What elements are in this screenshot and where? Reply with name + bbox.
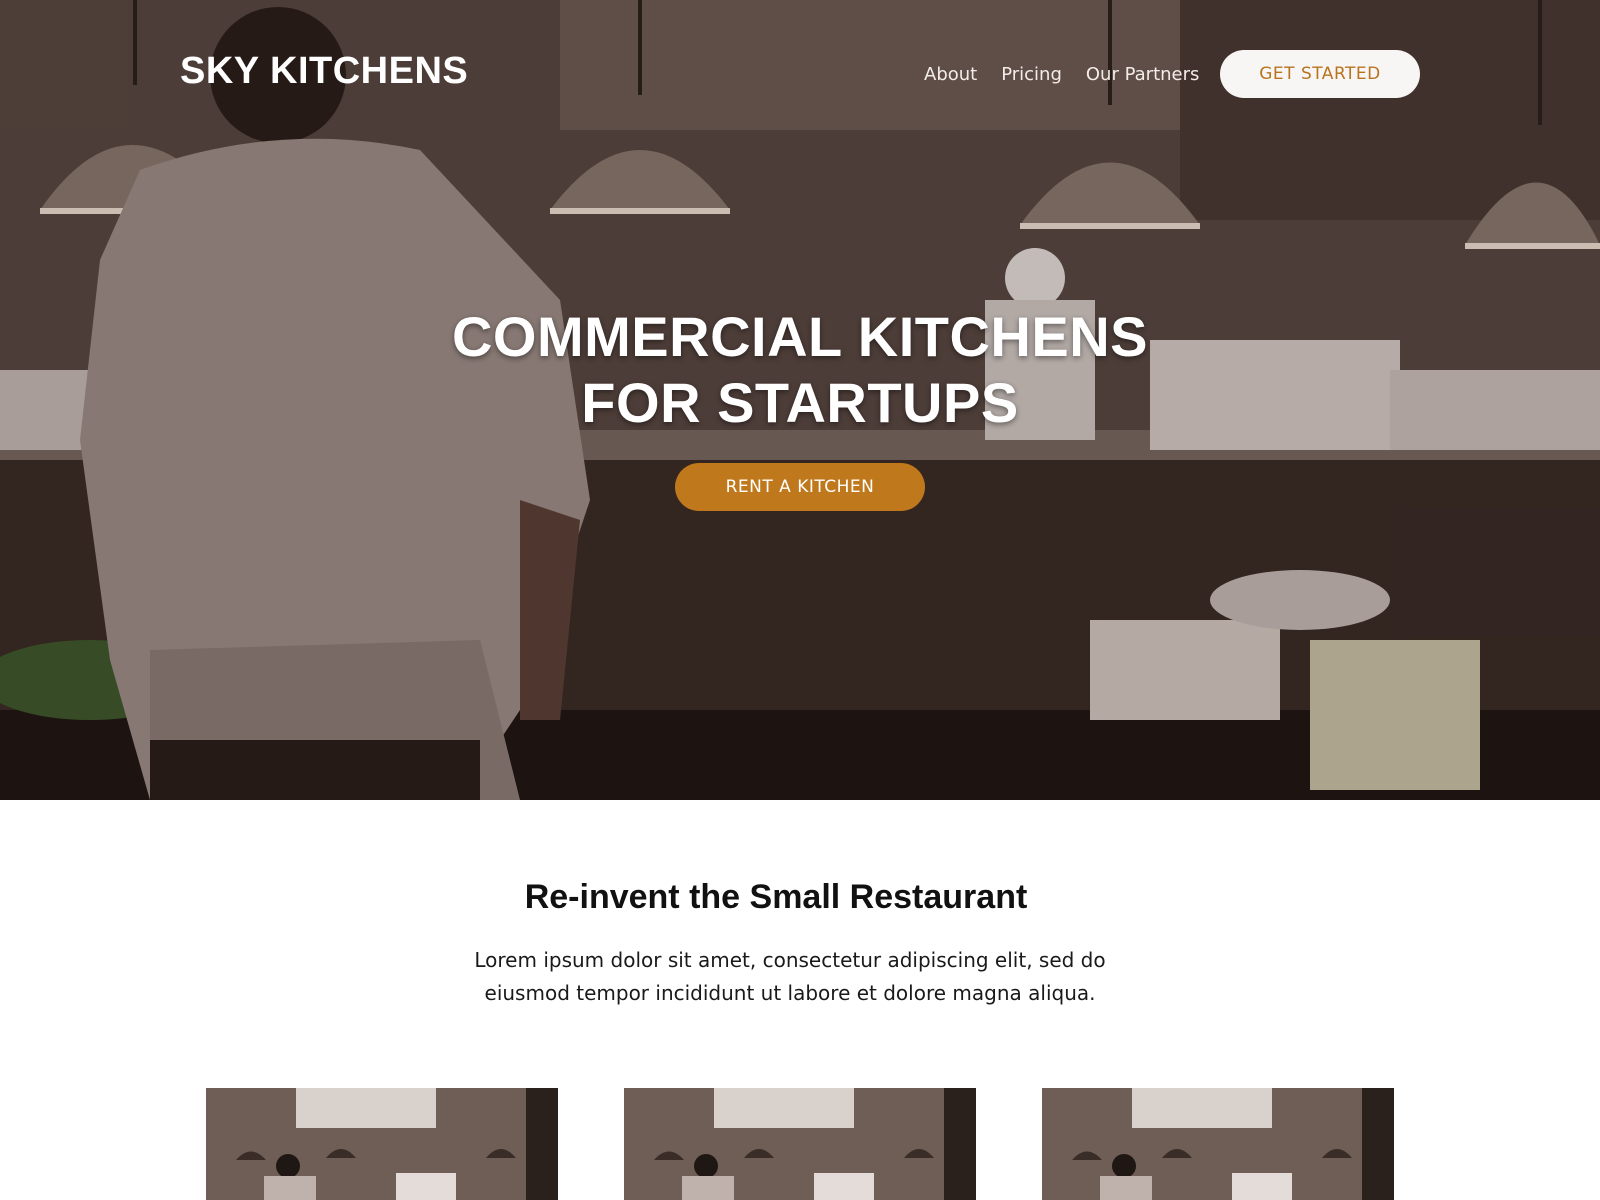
card-image-2[interactable] xyxy=(624,1088,976,1200)
hero-title-line-2: FOR STARTUPS xyxy=(581,371,1019,434)
rent-a-kitchen-button[interactable]: RENT A KITCHEN xyxy=(675,463,925,511)
nav-link-our-partners[interactable]: Our Partners xyxy=(1086,64,1200,85)
brand-logo[interactable]: SKY KITCHENS xyxy=(180,50,468,93)
section-description: Lorem ipsum dolor sit amet, consectetur … xyxy=(474,948,1106,1005)
nav-link-pricing[interactable]: Pricing xyxy=(1001,64,1062,85)
main-nav: About Pricing Our Partners xyxy=(924,64,1223,85)
nav-link-about[interactable]: About xyxy=(924,64,977,85)
card-image-1[interactable] xyxy=(206,1088,558,1200)
hero-title-line-1: COMMERCIAL KITCHENS xyxy=(451,305,1149,368)
kitchen-photo-2 xyxy=(624,1088,976,1200)
kitchen-photo-1 xyxy=(206,1088,558,1200)
hero-title: COMMERCIAL KITCHENS FOR STARTUPS xyxy=(400,304,1200,436)
section-heading: Re-invent the Small Restaurant xyxy=(524,878,1028,916)
hero-section: SKY KITCHENS About Pricing Our Partners … xyxy=(0,0,1600,800)
get-started-button[interactable]: GET STARTED xyxy=(1220,50,1420,98)
card-image-3[interactable] xyxy=(1042,1088,1394,1200)
kitchen-photo-3 xyxy=(1042,1088,1394,1200)
